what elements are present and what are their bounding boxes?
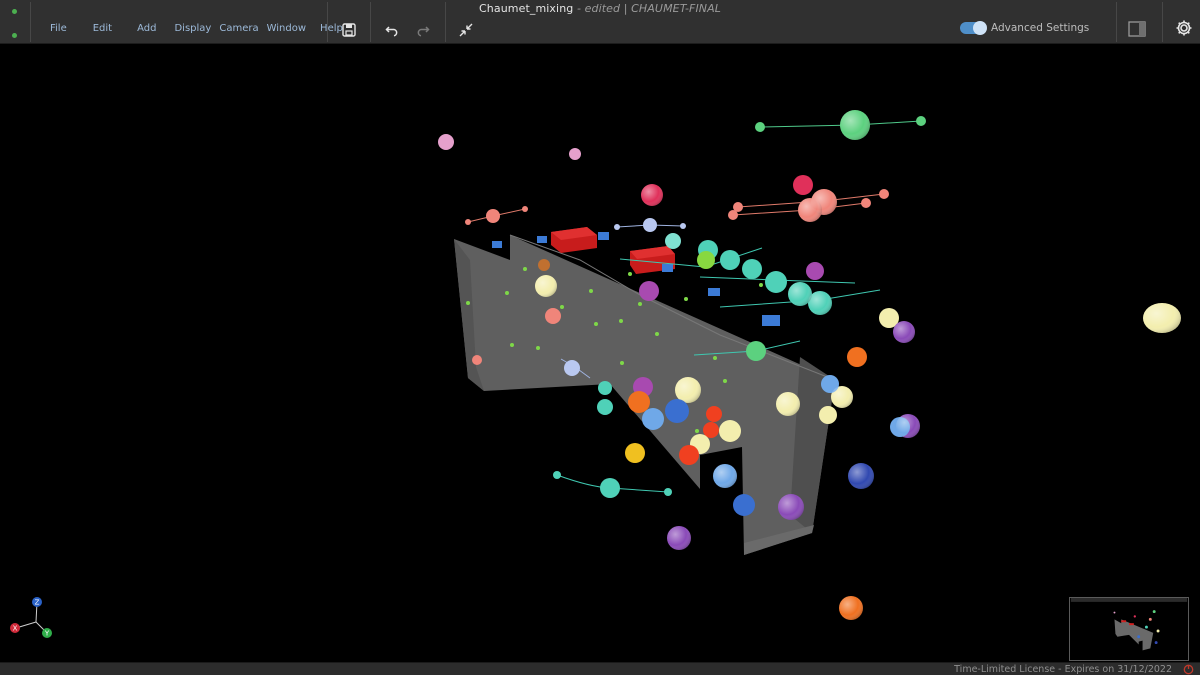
sound-object[interactable] [664, 488, 672, 496]
sound-object[interactable] [639, 281, 659, 301]
sound-object[interactable] [847, 347, 867, 367]
speaker-small[interactable] [598, 232, 609, 240]
advanced-settings: Advanced Settings [960, 21, 1090, 35]
sound-object[interactable] [742, 259, 762, 279]
collapse-icon [459, 23, 473, 37]
speaker-small[interactable] [537, 236, 547, 243]
side-panel-icon[interactable] [1128, 21, 1146, 37]
sound-object[interactable] [643, 218, 657, 232]
menu-display[interactable]: Display [174, 23, 211, 37]
menu-bar: File Edit Add Display Camera Window Help [50, 23, 363, 37]
undo-button[interactable] [381, 19, 403, 41]
speaker-small[interactable] [492, 241, 502, 248]
axis-gizmo[interactable]: Z X Y [6, 594, 56, 644]
axis-x-label: X [13, 625, 18, 633]
advanced-settings-toggle[interactable] [960, 21, 987, 35]
sound-object[interactable] [765, 271, 787, 293]
undo-icon [385, 26, 398, 37]
sound-object[interactable] [806, 262, 824, 280]
sound-object[interactable] [861, 198, 871, 208]
license-warning-icon[interactable] [1183, 664, 1194, 675]
axis-z-label: Z [35, 599, 40, 607]
sound-object[interactable] [465, 219, 471, 225]
toggle-knob [973, 21, 987, 35]
menu-add[interactable]: Add [137, 23, 156, 37]
project-name: Chaumet_mixing [479, 2, 574, 15]
sound-object[interactable] [522, 206, 528, 212]
menu-camera[interactable]: Camera [219, 23, 258, 37]
divider [1162, 2, 1163, 42]
sound-object[interactable] [642, 408, 664, 430]
axis-y-label: Y [44, 630, 50, 638]
sound-object[interactable] [679, 445, 699, 465]
speaker-small[interactable] [662, 264, 673, 272]
sound-object[interactable] [438, 134, 454, 150]
scene-minimap[interactable] [1069, 597, 1189, 661]
sound-object[interactable] [553, 471, 561, 479]
sound-object[interactable] [680, 223, 686, 229]
sound-object[interactable] [728, 210, 738, 220]
sound-object[interactable] [665, 233, 681, 249]
speaker-small[interactable] [762, 315, 780, 326]
sound-object[interactable] [486, 209, 500, 223]
scene-canvas[interactable] [0, 45, 1200, 662]
sound-object[interactable] [819, 406, 837, 424]
window-title: Chaumet_mixing - edited | CHAUMET-FINAL [0, 2, 1200, 15]
menu-edit[interactable]: Edit [93, 23, 112, 37]
divider [370, 2, 371, 42]
sound-object[interactable] [597, 399, 613, 415]
sound-object[interactable] [472, 355, 482, 365]
redo-icon [417, 26, 430, 37]
sound-object[interactable] [719, 420, 741, 442]
menu-file[interactable]: File [50, 23, 67, 37]
app-toolbar: Chaumet_mixing - edited | CHAUMET-FINAL … [0, 0, 1200, 44]
sound-object[interactable] [564, 360, 580, 376]
title-separator: | [623, 2, 628, 15]
sound-object[interactable] [916, 116, 926, 126]
sound-object[interactable] [545, 308, 561, 324]
sound-object[interactable] [733, 494, 755, 516]
sound-object[interactable] [746, 341, 766, 361]
menu-window[interactable]: Window [267, 23, 306, 37]
session-name: CHAUMET-FINAL [631, 2, 721, 15]
gear-icon[interactable] [1175, 19, 1193, 37]
sound-object[interactable] [614, 224, 620, 230]
speaker[interactable] [551, 227, 597, 253]
sound-object[interactable] [569, 148, 581, 160]
sound-object[interactable] [879, 189, 889, 199]
license-status: Time-Limited License - Expires on 31/12/… [954, 664, 1172, 675]
sound-object[interactable] [706, 406, 722, 422]
sound-object[interactable] [538, 259, 550, 271]
sound-object[interactable] [755, 122, 765, 132]
advanced-settings-label: Advanced Settings [991, 22, 1090, 34]
edit-status: - edited [576, 2, 621, 15]
scene-viewport[interactable] [0, 45, 1200, 662]
minimap-canvas [1070, 598, 1188, 651]
sound-object[interactable] [598, 381, 612, 395]
sound-object[interactable] [697, 251, 715, 269]
speaker-small[interactable] [708, 288, 720, 296]
collapse-button[interactable] [455, 19, 477, 41]
save-icon [342, 23, 356, 37]
divider [445, 2, 446, 42]
sound-object[interactable] [793, 175, 813, 195]
divider [1116, 2, 1117, 42]
redo-button[interactable] [412, 19, 434, 41]
status-bar: Time-Limited License - Expires on 31/12/… [0, 662, 1200, 675]
divider [327, 2, 328, 42]
sound-object[interactable] [600, 478, 620, 498]
sound-object[interactable] [625, 443, 645, 463]
sound-object[interactable] [628, 391, 650, 413]
status-dot-bottom [12, 33, 17, 38]
save-button[interactable] [338, 19, 360, 41]
sound-object[interactable] [720, 250, 740, 270]
